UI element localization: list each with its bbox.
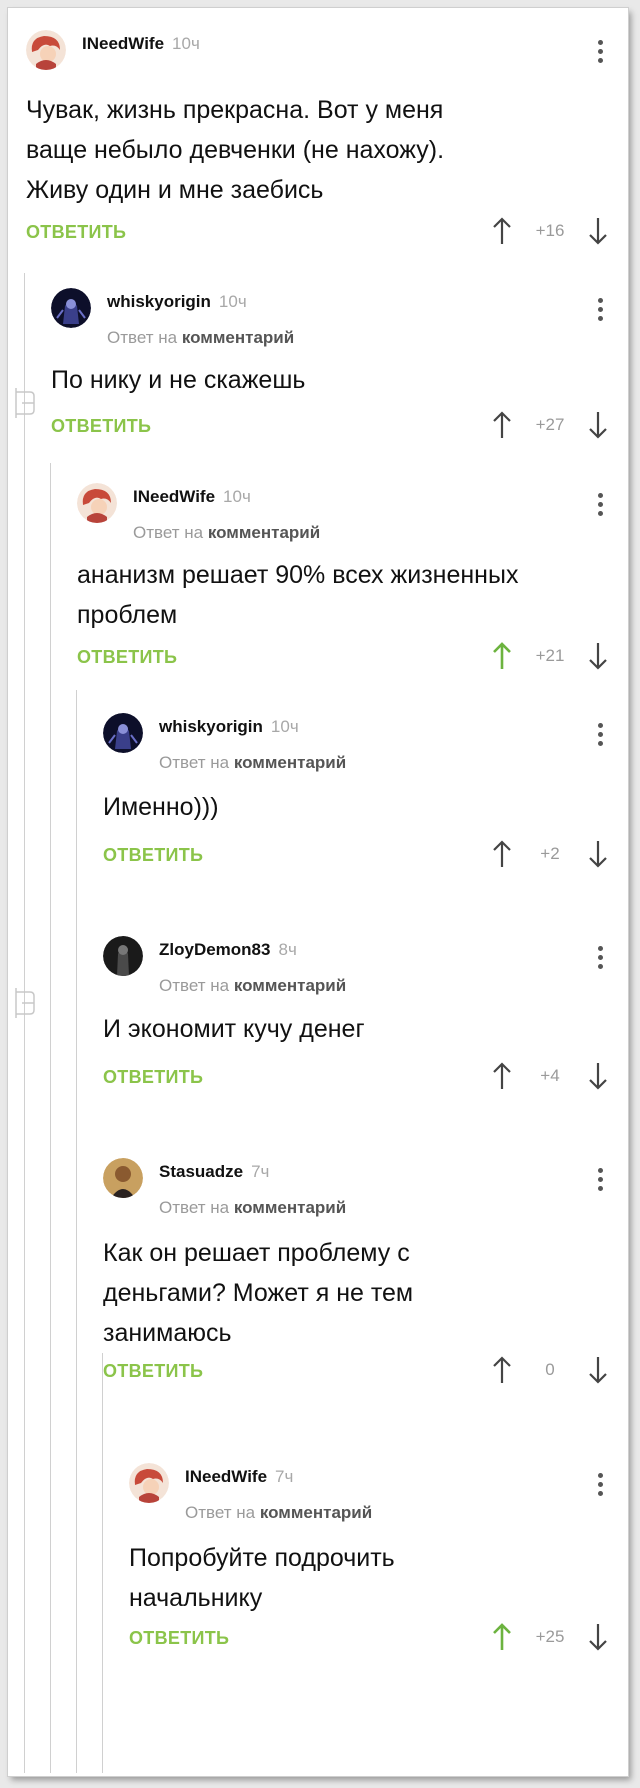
comment-text: Попробуйте подрочить начальнику [129, 1544, 395, 1612]
comment: Stasuadze 7ч Ответ на комментарий Как он … [103, 1158, 628, 1398]
vote-controls: 0 [490, 1355, 610, 1385]
comment-author[interactable]: INeedWife 7ч [185, 1467, 293, 1487]
reply-to-link[interactable]: комментарий [208, 523, 320, 542]
downvote-arrow-icon[interactable] [586, 1355, 610, 1385]
comment: INeedWife 10ч Ответ на комментарий ананиз… [77, 483, 628, 683]
comment: INeedWife 7ч Ответ на комментарий Попробу… [129, 1463, 628, 1673]
avatar[interactable] [26, 30, 66, 70]
reply-to-link[interactable]: комментарий [234, 753, 346, 772]
upvote-arrow-icon[interactable] [490, 410, 514, 440]
reply-button[interactable]: ОТВЕТИТЬ [77, 647, 177, 668]
vote-score: +16 [535, 221, 565, 240]
vote-score: 0 [545, 1360, 555, 1379]
reply-button[interactable]: ОТВЕТИТЬ [103, 1067, 203, 1088]
avatar[interactable] [103, 936, 143, 976]
comment-time: 8ч [278, 940, 297, 959]
comment-time: 10ч [223, 487, 251, 506]
comment-text: Именно))) [103, 793, 219, 821]
downvote-arrow-icon[interactable] [586, 839, 610, 869]
vote-controls: +27 [490, 410, 610, 440]
downvote-arrow-icon[interactable] [586, 1622, 610, 1652]
downvote-arrow-icon[interactable] [586, 216, 610, 246]
comment-author[interactable]: INeedWife 10ч [133, 487, 251, 507]
comment-time: 10ч [218, 292, 247, 311]
vote-controls: +2 [490, 839, 610, 869]
comment: whiskyorigin 10ч Ответ на комментарий По … [51, 288, 628, 448]
comment-text: По нику и не скажешь [51, 366, 306, 394]
comment: whiskyorigin 10ч Ответ на комментарий Име… [103, 713, 628, 883]
reply-to-meta: Ответ на комментарий [107, 328, 295, 347]
more-options-icon[interactable] [598, 298, 604, 324]
vote-score: +21 [535, 646, 565, 665]
avatar[interactable] [103, 1158, 143, 1198]
reply-to-meta: Ответ на комментарий [159, 976, 347, 995]
upvote-arrow-icon[interactable] [490, 1622, 514, 1652]
thread-line [50, 463, 51, 1773]
avatar[interactable] [77, 483, 117, 523]
avatar[interactable] [51, 288, 91, 328]
comment-author[interactable]: INeedWife 10ч [82, 34, 200, 54]
vote-score: +2 [540, 844, 560, 863]
comment-text: ананизм решает 90% всех жизненных пробле… [77, 561, 519, 629]
more-options-icon[interactable] [598, 1473, 604, 1499]
downvote-arrow-icon[interactable] [586, 641, 610, 671]
reply-to-meta: Ответ на комментарий [159, 753, 347, 772]
reply-to-link[interactable]: комментарий [234, 976, 346, 995]
upvote-arrow-icon[interactable] [490, 1061, 514, 1091]
downvote-arrow-icon[interactable] [586, 1061, 610, 1091]
comment-time: 10ч [172, 34, 200, 53]
thread-line [24, 273, 25, 1773]
comment-time: 7ч [275, 1467, 294, 1486]
upvote-arrow-icon[interactable] [490, 839, 514, 869]
downvote-arrow-icon[interactable] [586, 410, 610, 440]
reply-to-meta: Ответ на комментарий [185, 1503, 373, 1522]
reply-to-meta: Ответ на комментарий [133, 523, 321, 542]
comment-time: 10ч [270, 717, 299, 736]
comment-author[interactable]: ZloyDemon83 8ч [159, 940, 297, 960]
vote-controls: +4 [490, 1061, 610, 1091]
more-options-icon[interactable] [598, 493, 604, 519]
reply-button[interactable]: ОТВЕТИТЬ [129, 1628, 229, 1649]
comment-text: Чувак, жизнь прекрасна. Вот у меня ваще … [26, 96, 445, 204]
comment-author[interactable]: whiskyorigin 10ч [107, 292, 247, 312]
reply-button[interactable]: ОТВЕТИТЬ [103, 1361, 203, 1382]
comment-text: И экономит кучу денег [103, 1015, 365, 1043]
comment-time: 7ч [251, 1162, 270, 1181]
comment: ZloyDemon83 8ч Ответ на комментарий И эко… [103, 936, 628, 1106]
vote-controls: +16 [490, 216, 610, 246]
upvote-arrow-icon[interactable] [490, 1355, 514, 1385]
vote-score: +27 [535, 415, 565, 434]
reply-button[interactable]: ОТВЕТИТЬ [26, 222, 126, 243]
avatar[interactable] [103, 713, 143, 753]
avatar[interactable] [129, 1463, 169, 1503]
more-options-icon[interactable] [598, 723, 604, 749]
more-options-icon[interactable] [598, 40, 604, 66]
comments-card: INeedWife 10ч Чувак, жизнь прекрасна. Вот… [8, 8, 628, 1776]
reply-button[interactable]: ОТВЕТИТЬ [103, 845, 203, 866]
upvote-arrow-icon[interactable] [490, 216, 514, 246]
more-options-icon[interactable] [598, 1168, 604, 1194]
comment-text: Как он решает проблему с деньгами? Может… [103, 1239, 414, 1347]
thread-line [102, 1353, 103, 1773]
reply-button[interactable]: ОТВЕТИТЬ [51, 416, 151, 437]
vote-controls: +25 [490, 1622, 610, 1652]
collapse-thread-icon[interactable] [10, 988, 36, 1018]
comment-author[interactable]: Stasuadze 7ч [159, 1162, 269, 1182]
reply-to-link[interactable]: комментарий [182, 328, 294, 347]
thread-line [76, 690, 77, 1773]
vote-score: +25 [535, 1627, 565, 1646]
more-options-icon[interactable] [598, 946, 604, 972]
upvote-arrow-icon[interactable] [490, 641, 514, 671]
vote-score: +4 [540, 1066, 560, 1085]
comment: INeedWife 10ч Чувак, жизнь прекрасна. Вот… [26, 30, 628, 250]
vote-controls: +21 [490, 641, 610, 671]
comment-author[interactable]: whiskyorigin 10ч [159, 717, 299, 737]
reply-to-meta: Ответ на комментарий [159, 1198, 347, 1217]
reply-to-link[interactable]: комментарий [234, 1198, 346, 1217]
collapse-thread-icon[interactable] [10, 388, 36, 418]
reply-to-link[interactable]: комментарий [260, 1503, 372, 1522]
